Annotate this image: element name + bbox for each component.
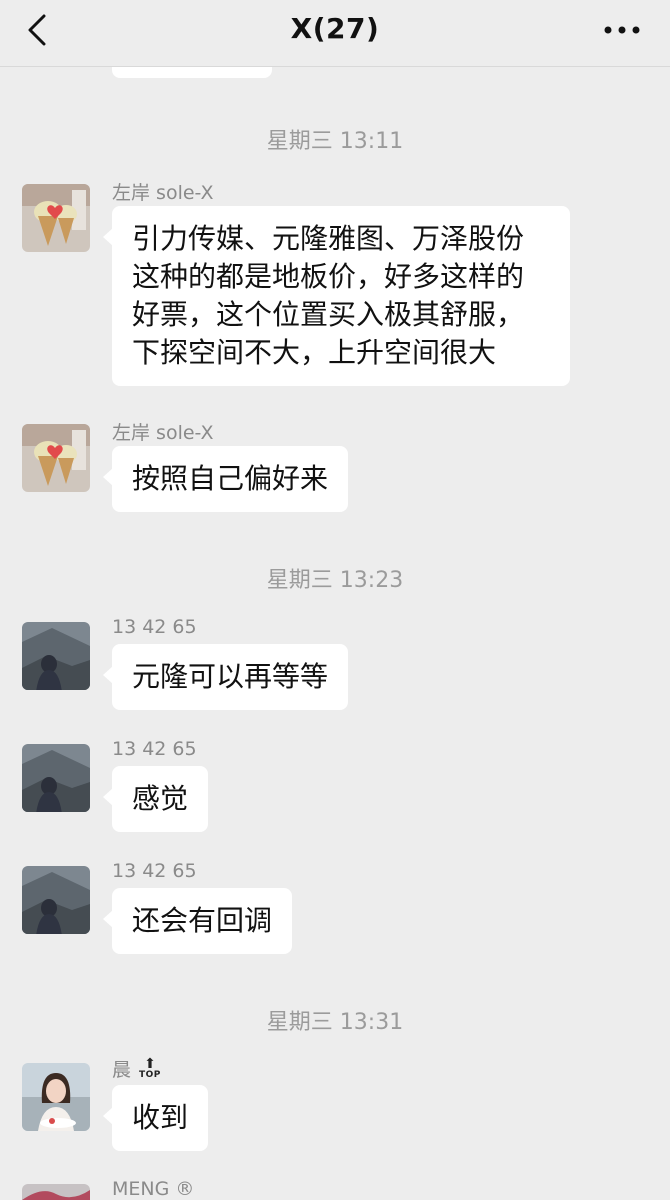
- avatar[interactable]: [22, 424, 90, 492]
- sender-name: 左岸 sole-X: [112, 182, 214, 204]
- message-bubble[interactable]: 感觉: [102, 766, 209, 832]
- message-bubble[interactable]: 引力传媒、元隆雅图、万泽股份这种的都是地板价，好多这样的好票，这个位置买入极其舒…: [103, 206, 570, 386]
- chat-header: X(27): [0, 0, 670, 67]
- message-bubble[interactable]: 按照自己偏好来: [102, 446, 349, 512]
- timestamp: 星期三 13:11: [266, 129, 404, 154]
- sender-name: 13 42 65: [112, 860, 197, 882]
- message-bubble[interactable]: 元隆可以再等等: [102, 644, 349, 710]
- sender-name-text: 晨: [112, 1059, 132, 1081]
- avatar[interactable]: [22, 1184, 90, 1200]
- sender-name: 左岸 sole-X: [112, 422, 214, 444]
- avatar[interactable]: [22, 184, 90, 252]
- sender-name: 13 42 65: [112, 738, 197, 760]
- avatar[interactable]: [22, 622, 90, 690]
- sender-name: 13 42 65: [112, 616, 197, 638]
- sender-name: MENG ®: [112, 1178, 195, 1200]
- timestamp: 星期三 13:23: [266, 568, 404, 593]
- chat-title: X(27): [290, 12, 380, 45]
- avatar[interactable]: [22, 744, 90, 812]
- avatar[interactable]: [22, 866, 90, 934]
- avatar[interactable]: [22, 1063, 90, 1131]
- sender-name: 晨 ⬆ TOP: [112, 1055, 161, 1082]
- ellipsis-icon: [604, 26, 640, 34]
- top-badge-icon: ⬆ TOP: [139, 1056, 161, 1080]
- more-options-button[interactable]: [602, 18, 642, 42]
- timestamp: 星期三 13:31: [266, 1010, 404, 1035]
- message-bubble[interactable]: 还会有回调: [102, 888, 293, 954]
- message-bubble[interactable]: 收到: [102, 1085, 209, 1151]
